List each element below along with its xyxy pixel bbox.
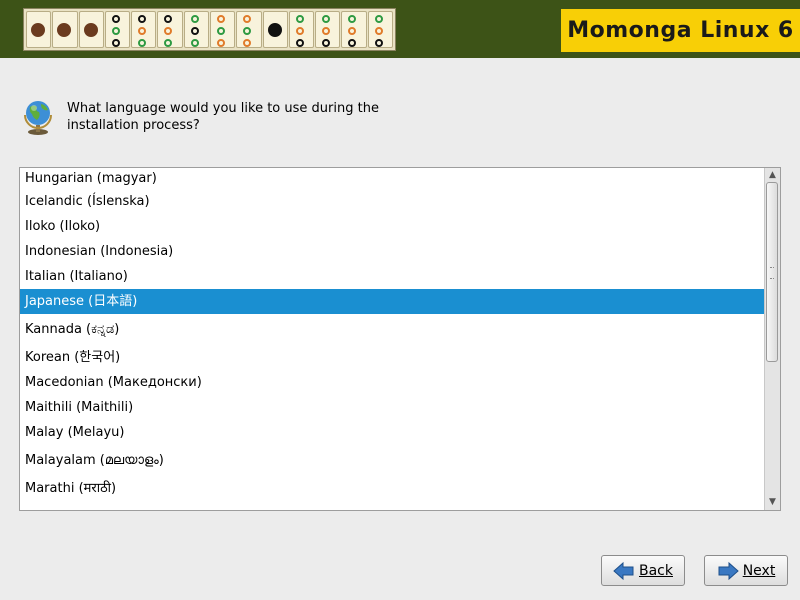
back-button[interactable]: Back [601,555,685,586]
tile-dot [243,27,252,35]
mahjong-tile [78,11,104,48]
tile-dot [243,15,252,23]
installer-window: Momonga Linux 6 What language would you … [0,0,800,600]
tile-dot [216,15,225,23]
mahjong-tile [341,11,367,48]
language-list-viewport[interactable]: Hungarian (magyar) Icelandic (Íslenska) Il… [20,168,765,510]
tile-dot [111,27,120,35]
mahjong-tile [26,11,52,48]
mahjong-tile [209,11,236,48]
scrollbar-grip [770,267,774,279]
tile-dot [295,39,304,47]
header-banner: Momonga Linux 6 [0,0,800,58]
tile-dot [348,27,357,35]
mahjong-tiles-decoration [23,8,396,51]
globe-icon [24,101,52,135]
mahjong-tile [367,11,393,48]
tile-dot [164,27,173,35]
mahjong-tile [157,11,183,48]
tile-dot [164,39,173,47]
arrow-left-icon [613,561,634,580]
tile-dot [348,15,357,23]
tile-dot [295,15,304,23]
tile-dot [190,15,199,23]
tile-dot [83,23,98,37]
mahjong-tile [262,11,288,48]
language-item[interactable]: Indonesian (Indonesia) [20,239,765,264]
language-item[interactable]: Korean (한국어) [20,345,765,370]
scrollbar-thumb[interactable] [766,182,778,362]
tile-dot [164,15,173,23]
arrow-right-icon [718,561,739,580]
language-list[interactable]: Hungarian (magyar) Icelandic (Íslenska) Il… [19,167,781,511]
language-item[interactable]: Iloko (Iloko) [20,214,765,239]
tile-dot [111,15,120,23]
language-item[interactable]: Maithili (Maithili) [20,395,765,420]
tile-dot [111,39,120,47]
language-item[interactable]: Malayalam (മലയാളം) [20,445,765,476]
tile-dot [190,39,199,47]
mahjong-tile [104,11,131,48]
scrollbar[interactable]: ▲ ▼ [764,168,780,510]
tile-dot [216,39,225,47]
question-text: What language would you like to use duri… [67,101,379,133]
tile-dot [190,27,199,35]
mahjong-tile [131,11,157,48]
mahjong-tile [288,11,315,48]
tile-dot [322,27,331,35]
tile-dot [295,27,304,35]
next-button[interactable]: Next [704,555,788,586]
mahjong-tile [236,11,262,48]
mahjong-tile [315,11,341,48]
language-item[interactable]: Icelandic (Íslenska) [20,189,765,214]
language-item[interactable]: Japanese (日本語) [20,289,765,314]
language-item[interactable]: Macedonian (Македонски) [20,370,765,395]
tile-dot [348,39,357,47]
tile-dot [374,39,383,47]
tile-dot [374,27,383,35]
language-item[interactable]: Hungarian (magyar) [20,168,765,189]
tile-dot [138,15,147,23]
tile-dot [138,39,147,47]
tile-dot [216,27,225,35]
tile-dot [138,27,147,35]
back-button-label: Back [639,562,673,579]
tile-dot [374,15,383,23]
tile-dot [322,15,331,23]
next-button-label: Next [742,562,776,579]
scroll-up-icon[interactable]: ▲ [767,170,778,181]
tile-dot [57,23,72,37]
tile-dot [31,23,45,37]
tile-dot [243,39,252,47]
tile-dot [267,23,282,37]
language-item[interactable]: Marathi (मराठी) [20,476,765,501]
mahjong-tile [183,11,209,48]
brand-logo: Momonga Linux 6 [561,9,800,52]
language-item[interactable]: Malay (Melayu) [20,420,765,445]
language-item[interactable]: Italian (Italiano) [20,264,765,289]
scroll-down-icon[interactable]: ▼ [767,497,778,508]
language-item[interactable]: Kannada (ಕನ್ನಡ) [20,314,765,345]
tile-dot [322,39,331,47]
mahjong-tile [52,11,78,48]
